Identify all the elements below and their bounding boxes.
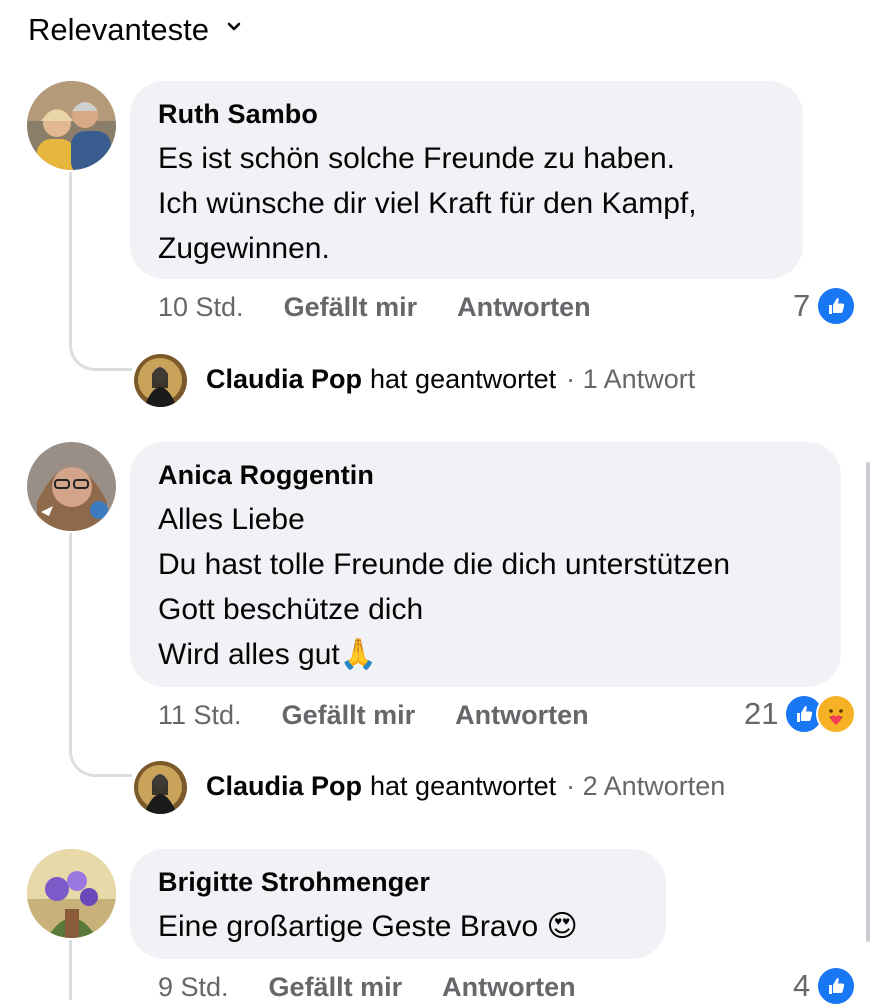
like-icon (816, 286, 857, 326)
reply-button[interactable]: Antworten (455, 700, 588, 731)
care-icon (816, 694, 857, 734)
like-button[interactable]: Gefällt mir (269, 972, 403, 1003)
reply-author[interactable]: Claudia Pop (206, 771, 362, 802)
avatar[interactable] (27, 81, 116, 170)
comment-line: Zugewinnen. (158, 232, 330, 265)
comment-text: Alles Liebe Du hast tolle Freunde die di… (158, 497, 813, 677)
avatar[interactable] (27, 442, 116, 531)
avatar[interactable] (134, 761, 187, 814)
comment-timestamp[interactable]: 11 Std. (158, 700, 242, 731)
comment-author[interactable]: Ruth Sambo (158, 99, 775, 130)
avatar[interactable] (27, 849, 116, 938)
reply-count: · 1 Antwort (566, 364, 696, 394)
sort-dropdown[interactable]: Relevanteste (28, 12, 241, 48)
chevron-down-icon (227, 19, 241, 37)
comment-line: Es ist schön solche Freunde zu haben. (158, 142, 675, 175)
reply-verb: hat geantwortet (370, 771, 557, 801)
reply-author[interactable]: Claudia Pop (206, 364, 362, 395)
reaction-count: 4 (793, 968, 811, 1003)
comment-text: Es ist schön solche Freunde zu haben. Ic… (158, 136, 775, 271)
reply-summary[interactable]: Claudia Pop hat geantwortet · 2 Antworte… (188, 771, 725, 802)
comment-line: Gott beschütze dich (158, 593, 424, 626)
avatar[interactable] (134, 354, 187, 407)
reaction-summary[interactable]: 4 (793, 966, 857, 1006)
scrollbar[interactable] (866, 462, 870, 942)
like-icon (816, 966, 857, 1006)
comment-actions: 9 Std. Gefällt mir Antworten (158, 972, 576, 1003)
reply-button[interactable]: Antworten (442, 972, 575, 1003)
thread-line (69, 533, 72, 748)
comment-line: Wird alles gut🙏 (158, 638, 378, 671)
thread-line (69, 940, 72, 1000)
reply-verb: hat geantwortet (370, 364, 557, 394)
reaction-summary[interactable]: 7 (793, 286, 857, 326)
reaction-summary[interactable]: 21 (744, 694, 857, 734)
comment-timestamp[interactable]: 10 Std. (158, 292, 244, 323)
comment-line: Du hast tolle Freunde die dich unterstüt… (158, 548, 731, 581)
reply-summary[interactable]: Claudia Pop hat geantwortet · 1 Antwort (188, 364, 695, 395)
reply-count: · 2 Antworten (566, 771, 726, 801)
thread-line (69, 172, 72, 342)
comment-author[interactable]: Anica Roggentin (158, 460, 813, 491)
like-button[interactable]: Gefällt mir (282, 700, 416, 731)
like-button[interactable]: Gefällt mir (284, 292, 418, 323)
reaction-count: 21 (744, 696, 779, 731)
comment-author[interactable]: Brigitte Strohmenger (158, 867, 638, 898)
reply-button[interactable]: Antworten (457, 292, 590, 323)
comment-line: Ich wünsche dir viel Kraft für den Kampf… (158, 187, 697, 220)
comment-bubble[interactable]: Anica Roggentin Alles Liebe Du hast toll… (130, 442, 841, 687)
thread-curve (69, 340, 132, 371)
comment-line: Alles Liebe (158, 503, 305, 536)
comment-actions: 11 Std. Gefällt mir Antworten (158, 700, 589, 731)
comment-bubble[interactable]: Brigitte Strohmenger Eine großartige Ges… (130, 849, 666, 959)
sort-label: Relevanteste (28, 12, 209, 47)
comment-text: Eine großartige Geste Bravo 😍 (158, 904, 638, 949)
comment-bubble[interactable]: Ruth Sambo Es ist schön solche Freunde z… (130, 81, 803, 279)
thread-curve (69, 746, 132, 777)
comment-line: Eine großartige Geste Bravo 😍 (158, 910, 578, 943)
reaction-count: 7 (793, 288, 811, 323)
comment-actions: 10 Std. Gefällt mir Antworten (158, 292, 591, 323)
comment-timestamp[interactable]: 9 Std. (158, 972, 229, 1003)
